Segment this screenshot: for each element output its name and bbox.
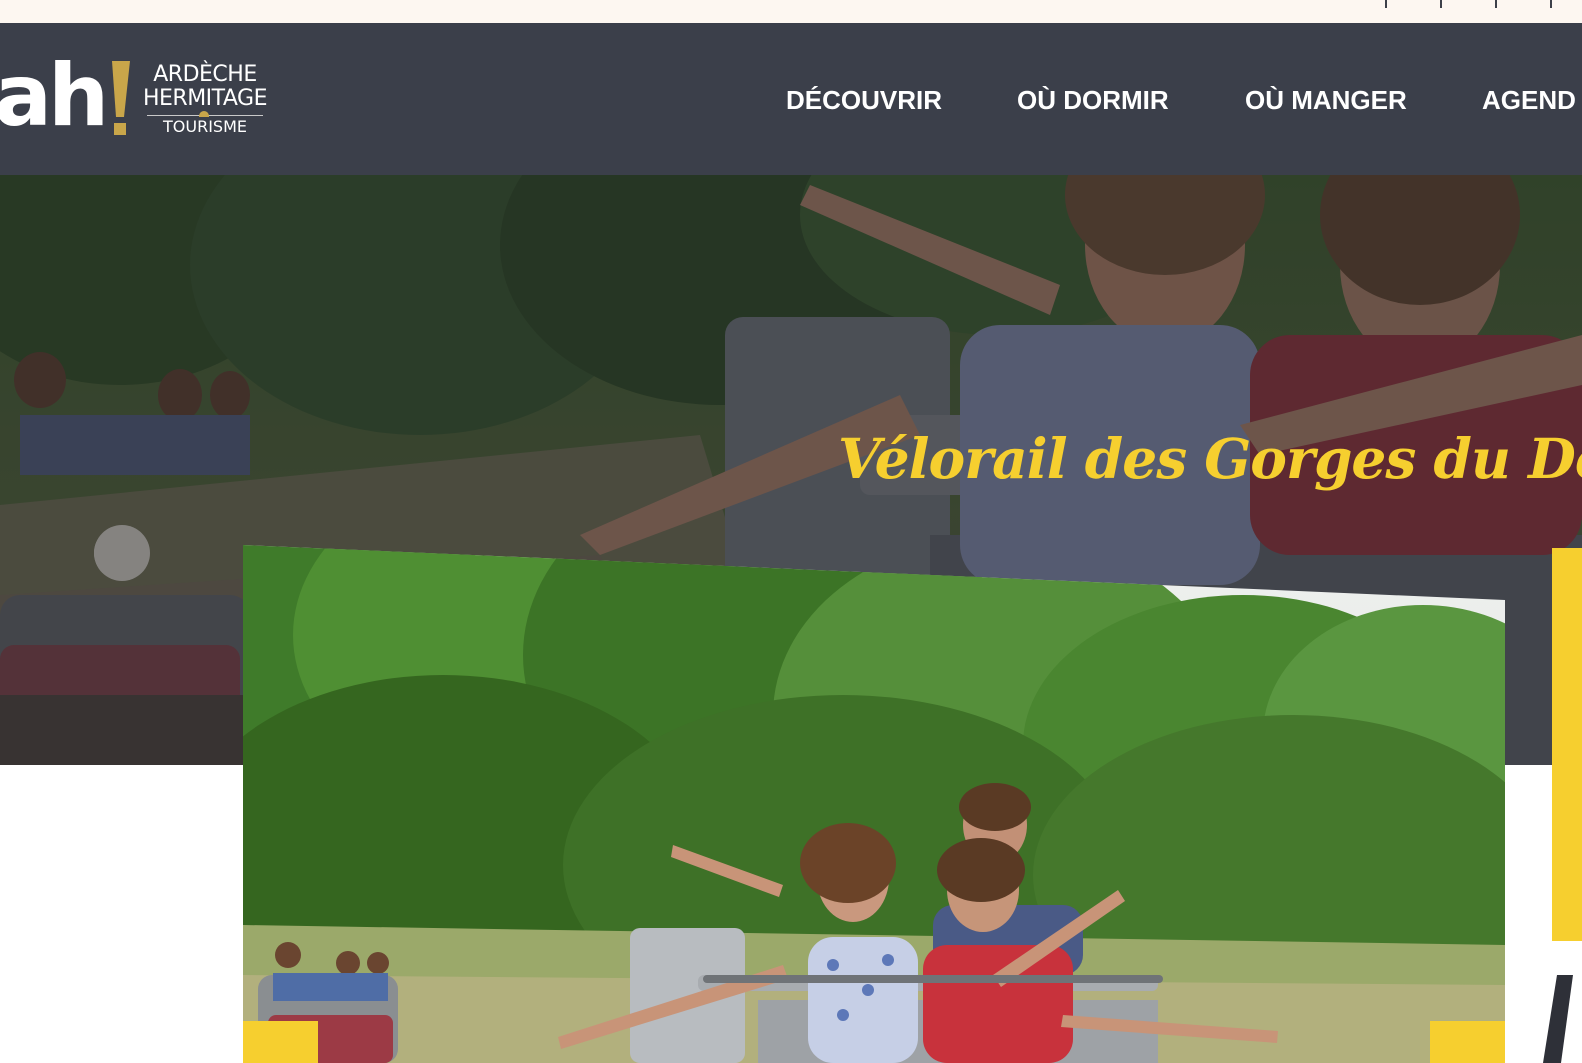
feature-photo bbox=[243, 545, 1505, 1063]
top-utility-strip bbox=[0, 0, 1582, 23]
hero-title: Vélorail des Gorges du Doux bbox=[838, 426, 1582, 491]
accent-bar-right bbox=[1552, 548, 1582, 941]
accent-corner-right bbox=[1430, 1021, 1505, 1063]
utility-divider bbox=[1385, 0, 1387, 8]
velorail-photo bbox=[243, 545, 1505, 1063]
accent-corner-left bbox=[243, 1021, 318, 1063]
nav-item-ou-manger[interactable]: OÙ MANGER bbox=[1245, 83, 1407, 117]
nav-item-ou-dormir[interactable]: OÙ DORMIR bbox=[1017, 83, 1169, 117]
utility-divider bbox=[1550, 0, 1552, 8]
accent-slash bbox=[1543, 975, 1573, 1063]
nav-item-decouvrir[interactable]: DÉCOUVRIR bbox=[786, 83, 942, 117]
utility-divider bbox=[1495, 0, 1497, 8]
nav-item-agenda[interactable]: AGEND bbox=[1482, 83, 1576, 117]
utility-divider bbox=[1440, 0, 1442, 8]
main-header: ah ARDÈCHE HERMITAGE TOURISME DÉCOUVRIR … bbox=[0, 23, 1582, 175]
main-nav: DÉCOUVRIR OÙ DORMIR OÙ MANGER AGEND bbox=[0, 83, 1582, 123]
